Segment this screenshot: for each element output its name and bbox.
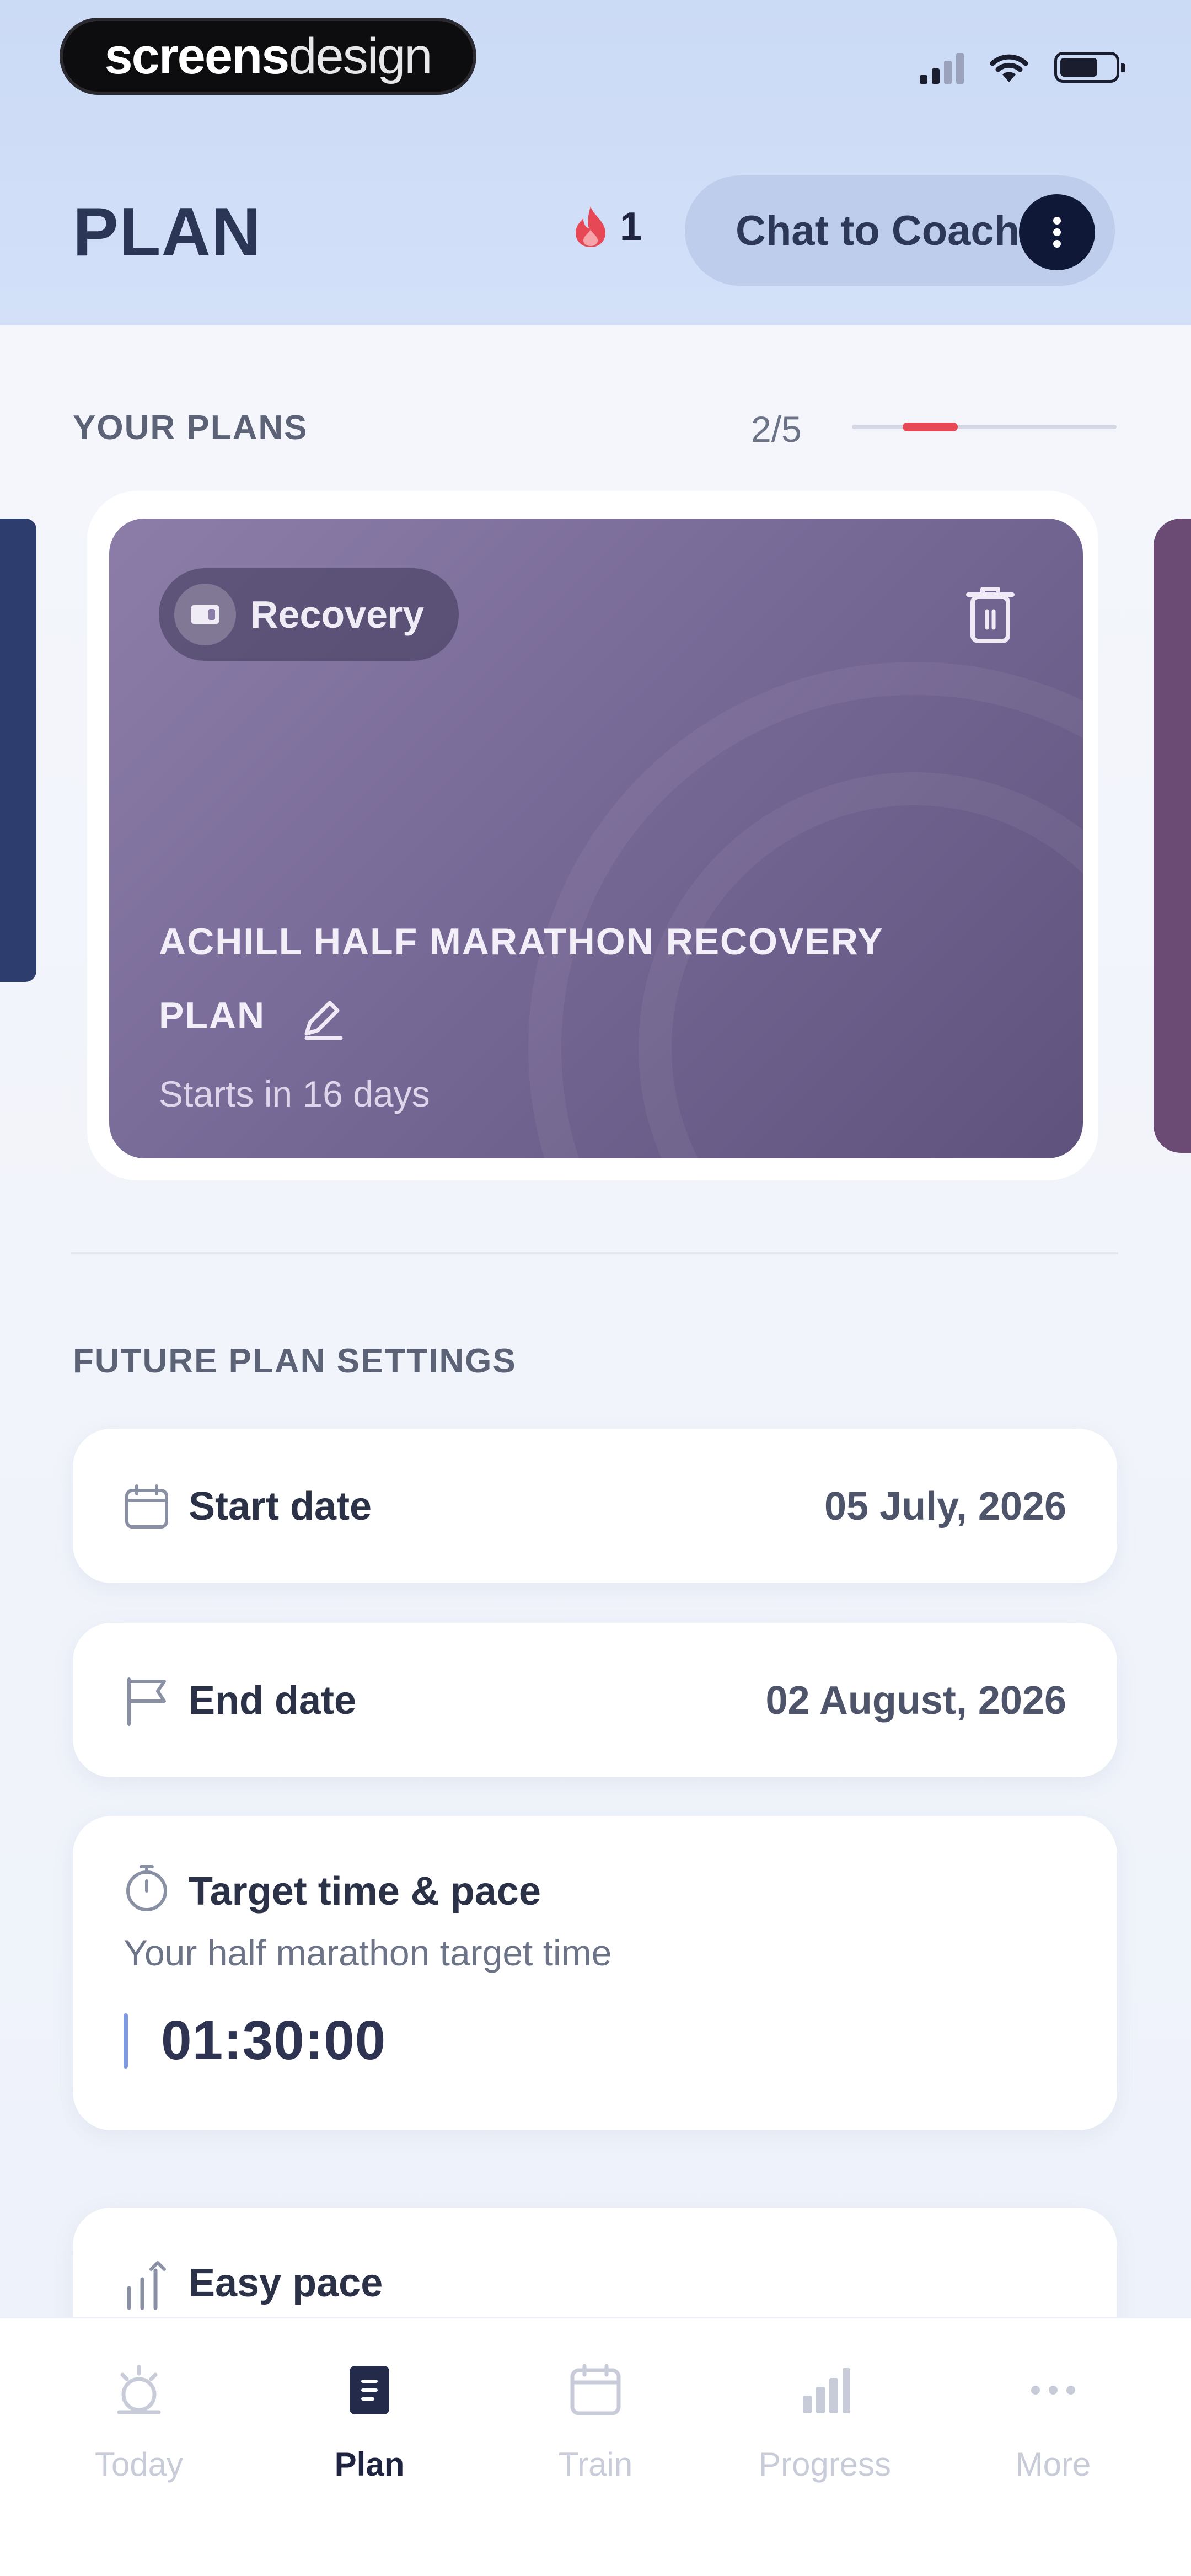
streak-count: 1 (620, 205, 642, 249)
text-caret (124, 2013, 128, 2069)
pace-icon (127, 2261, 166, 2310)
your-plans-heading: YOUR PLANS (73, 409, 308, 447)
plan-pager-indicator (903, 423, 958, 431)
wifi-icon (990, 54, 1028, 82)
plan-title-line-1: ACHILL HALF MARATHON RECOVERY (159, 921, 884, 963)
previous-plan-card[interactable] (0, 519, 36, 982)
chart-icon (803, 2368, 850, 2413)
edit-title-icon[interactable] (299, 995, 345, 1041)
target-time-card: Target time & pace Your half marathon ta… (73, 1816, 1117, 2130)
plan-icon (350, 2366, 389, 2414)
plan-title: ACHILL HALF MARATHON RECOVERY PLAN (159, 905, 958, 1052)
plan-card[interactable]: Recovery ACHILL HALF MARATHON RECOVERY P… (109, 519, 1083, 1158)
chat-to-coach-button[interactable]: Chat to Coach (685, 175, 1115, 286)
plan-type-tag: Recovery (159, 568, 459, 661)
delete-plan-icon[interactable] (964, 585, 1017, 644)
end-date-row[interactable]: End date 02 August, 2026 (73, 1623, 1117, 1777)
tab-progress[interactable]: Progress (709, 2363, 941, 2483)
tab-train-label: Train (558, 2446, 633, 2483)
start-date-value: 05 July, 2026 (824, 1484, 1066, 1529)
today-icon (117, 2365, 161, 2414)
future-plan-settings-heading: FUTURE PLAN SETTINGS (73, 1342, 517, 1380)
status-icons (920, 51, 1125, 84)
more-icon (1031, 2386, 1075, 2395)
tab-today-label: Today (94, 2446, 184, 2483)
brand-watermark: screens design (60, 18, 476, 95)
tab-plan[interactable]: Plan (254, 2363, 485, 2483)
calendar-icon (125, 1484, 168, 1529)
flag-icon (127, 1677, 166, 1726)
target-time-subtitle: Your half marathon target time (124, 1932, 612, 1973)
flame-icon (576, 206, 605, 247)
plan-type-label: Recovery (250, 593, 425, 636)
end-date-value: 02 August, 2026 (765, 1679, 1066, 1723)
coach-more-icon (1019, 194, 1095, 270)
streak-counter[interactable]: 1 (573, 204, 642, 249)
start-date-row[interactable]: Start date 05 July, 2026 (73, 1429, 1117, 1583)
tab-plan-label: Plan (334, 2446, 405, 2483)
tab-today[interactable]: Today (23, 2363, 255, 2483)
stopwatch-icon (126, 1865, 167, 1911)
target-time-label: Target time & pace (189, 1869, 541, 1914)
start-date-label: Start date (189, 1484, 372, 1529)
plan-pager-count: 2/5 (751, 409, 802, 450)
recovery-icon (174, 584, 236, 645)
end-date-label: End date (189, 1679, 357, 1723)
calendar-icon (570, 2364, 621, 2415)
chat-to-coach-label: Chat to Coach (736, 207, 1020, 254)
plan-start-info: Starts in 16 days (159, 1073, 430, 1114)
page-title: PLAN (73, 194, 261, 270)
plan-title-line-2: PLAN (159, 995, 266, 1036)
brand-text-bold: screens (104, 28, 290, 84)
battery-icon (1054, 52, 1125, 83)
tab-more-label: More (1015, 2446, 1091, 2483)
tab-more[interactable]: More (937, 2363, 1169, 2483)
section-divider (71, 1252, 1118, 1254)
brand-text-light: design (288, 28, 432, 84)
tab-progress-label: Progress (758, 2446, 892, 2483)
target-time-value: 01:30:00 (161, 2010, 387, 2071)
target-time-input[interactable]: 01:30:00 (124, 2009, 386, 2072)
bottom-tab-bar: Today Plan Train Progress More (0, 2317, 1191, 2576)
next-plan-card[interactable] (1154, 519, 1191, 1153)
tab-train[interactable]: Train (480, 2363, 711, 2483)
cellular-signal-icon (920, 51, 964, 84)
easy-pace-label: Easy pace (189, 2261, 383, 2305)
plan-pager-track (852, 423, 1117, 431)
